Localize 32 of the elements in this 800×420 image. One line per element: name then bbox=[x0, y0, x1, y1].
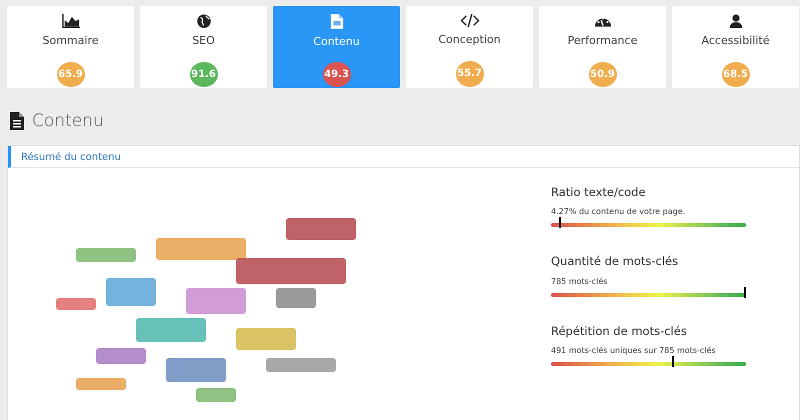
tab-label: Performance bbox=[568, 33, 638, 50]
code-icon bbox=[460, 14, 480, 28]
metric-detail: 491 mots-clés uniques sur 785 mots-clés bbox=[551, 344, 717, 357]
document-icon bbox=[330, 14, 344, 29]
score-badge: 55.7 bbox=[456, 60, 484, 87]
score-badge: 50.9 bbox=[588, 62, 616, 87]
globe-icon bbox=[196, 14, 212, 28]
panel-header: Résumé du contenu bbox=[8, 146, 799, 168]
score-badge: 65.9 bbox=[56, 62, 84, 87]
tab-label: Contenu bbox=[313, 34, 360, 50]
score-badge: 49.3 bbox=[322, 62, 350, 87]
metric-title: Ratio texte/code bbox=[551, 184, 647, 201]
user-icon bbox=[728, 14, 744, 28]
metric-detail: 785 mots-clés bbox=[551, 276, 608, 288]
metric-detail: 4.27% du contenu de votre page. bbox=[551, 206, 686, 218]
tab-label: Accessibilité bbox=[702, 33, 770, 50]
score-badge: 68.5 bbox=[722, 62, 750, 87]
category-tab[interactable]: Contenu 49.3 bbox=[273, 6, 400, 88]
category-tab[interactable]: Accessibilité 68.5 bbox=[672, 6, 799, 88]
category-tab[interactable]: SEO 91.6 bbox=[140, 6, 267, 88]
metric-title: Quantité de mots-clés bbox=[551, 253, 680, 270]
section-title: Contenu bbox=[32, 110, 104, 132]
score-badge: 91.6 bbox=[190, 62, 218, 87]
category-tab[interactable]: Sommaire 65.9 bbox=[7, 6, 134, 88]
chart-icon bbox=[60, 14, 80, 28]
metric-title: Répétition de mots-clés bbox=[551, 322, 688, 340]
tab-label: Conception bbox=[438, 32, 501, 48]
tab-label: Sommaire bbox=[42, 33, 98, 50]
document-icon bbox=[10, 112, 24, 130]
category-tab[interactable]: Performance 50.9 bbox=[539, 6, 666, 88]
tab-label: SEO bbox=[192, 33, 215, 50]
category-tab[interactable]: Conception 55.7 bbox=[406, 6, 533, 88]
